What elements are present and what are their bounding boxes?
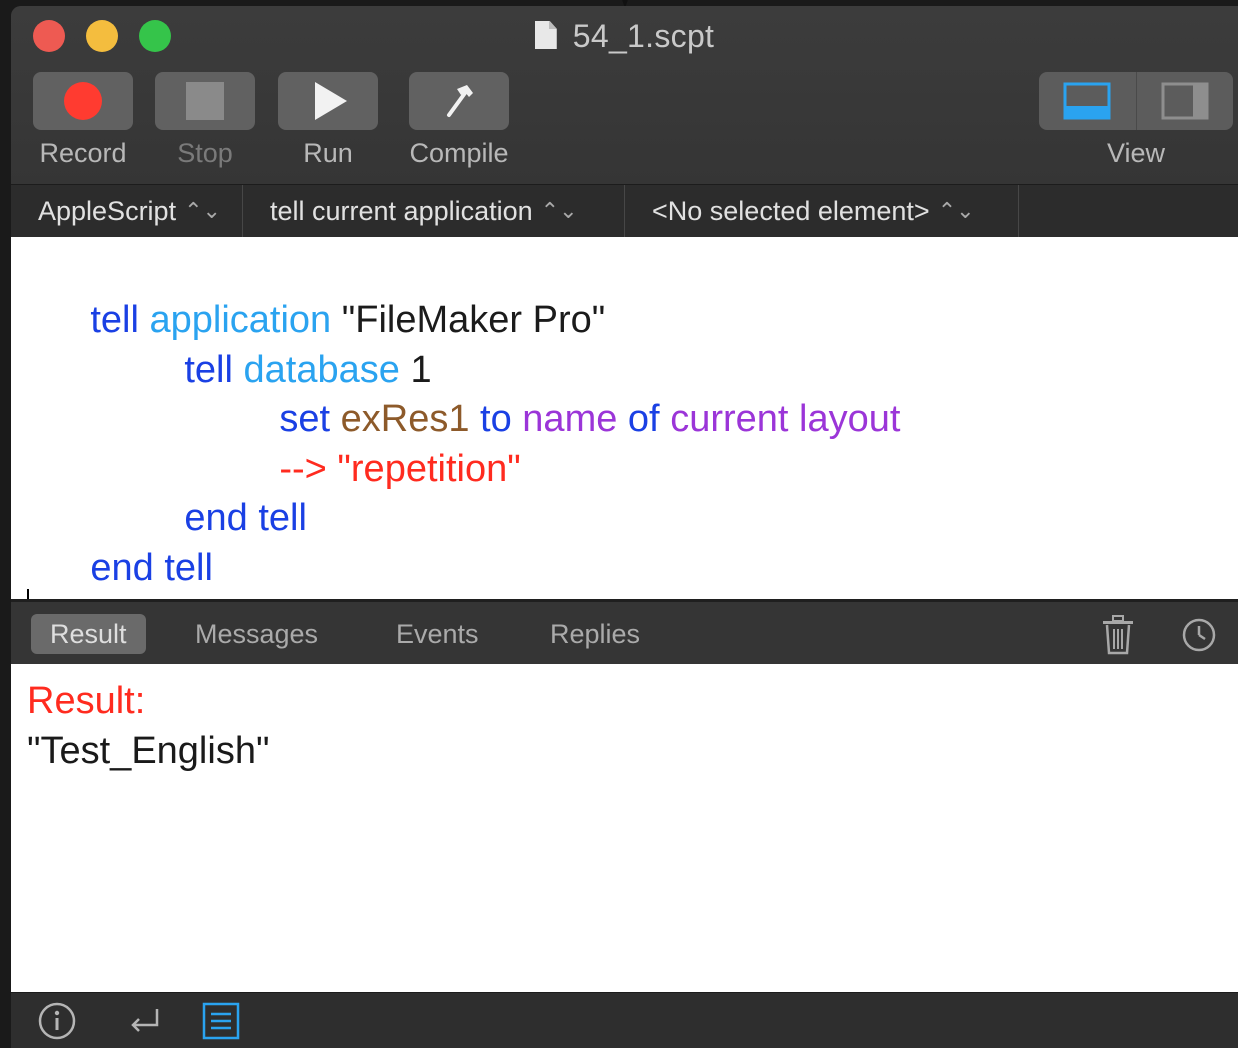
up-down-chevron-icon: ⌃⌄ [184, 198, 221, 223]
property: name [522, 398, 618, 440]
keyword: end tell [90, 547, 213, 589]
bottom-panel-icon [1063, 82, 1111, 120]
record-label: Record [39, 138, 127, 168]
record-button[interactable] [33, 72, 133, 130]
compile-button[interactable] [409, 72, 509, 130]
property: current layout [670, 398, 901, 440]
navigation-bar: AppleScript ⌃⌄ tell current application ⌃⌄… [11, 184, 1238, 237]
return-icon[interactable] [125, 1001, 165, 1041]
titlebar: 54_1.scpt Record Stop Run Compile View [11, 6, 1238, 184]
run-label: Run [303, 138, 353, 168]
tab-result[interactable]: Result [31, 614, 146, 654]
clock-icon[interactable] [1181, 617, 1217, 653]
window-title: 54_1.scpt [11, 18, 1238, 55]
document-icon [534, 21, 557, 49]
tab-events[interactable]: Events [396, 614, 479, 654]
stop-button[interactable] [155, 72, 255, 130]
element-popup[interactable]: <No selected element> ⌃⌄ [625, 185, 1019, 237]
view-side-panel-button[interactable] [1135, 72, 1234, 130]
language-popup[interactable]: AppleScript ⌃⌄ [11, 185, 243, 237]
compile-label: Compile [409, 138, 509, 168]
side-panel-icon [1161, 82, 1209, 120]
stop-label: Stop [177, 138, 233, 168]
trash-icon[interactable] [1101, 615, 1135, 655]
text-caret [27, 589, 29, 599]
tab-replies[interactable]: Replies [550, 614, 640, 654]
comment: --> "repetition" [279, 448, 521, 490]
result-pane[interactable]: Result: "Test_English" [11, 664, 1238, 992]
view-label: View [1106, 138, 1166, 168]
script-editor-window: 54_1.scpt Record Stop Run Compile View A… [11, 6, 1238, 1048]
target-popup-label: tell current application [270, 196, 533, 226]
view-segmented-control [1039, 72, 1233, 130]
result-value: "Test_English" [27, 730, 270, 772]
stop-icon [186, 82, 224, 120]
window-title-text: 54_1.scpt [572, 18, 715, 54]
keyword: of [627, 398, 660, 440]
play-icon [315, 82, 347, 120]
hammer-icon [447, 85, 473, 117]
target-popup[interactable]: tell current application ⌃⌄ [243, 185, 625, 237]
list-icon[interactable] [201, 1001, 241, 1041]
language-popup-label: AppleScript [38, 196, 177, 226]
script-editor[interactable]: tell application "FileMaker Pro" tell da… [11, 237, 1238, 599]
bottom-bar [11, 992, 1238, 1048]
view-bottom-panel-button[interactable] [1039, 72, 1136, 130]
info-icon[interactable] [37, 1001, 77, 1041]
element-popup-label: <No selected element> [652, 196, 930, 226]
record-icon [64, 82, 102, 120]
result-tab-bar: Result Messages Events Replies [11, 599, 1238, 664]
result-heading: Result: [27, 680, 146, 722]
up-down-chevron-icon: ⌃⌄ [540, 198, 578, 223]
run-button[interactable] [278, 72, 378, 130]
tab-messages[interactable]: Messages [195, 614, 318, 654]
up-down-chevron-icon: ⌃⌄ [937, 198, 975, 223]
